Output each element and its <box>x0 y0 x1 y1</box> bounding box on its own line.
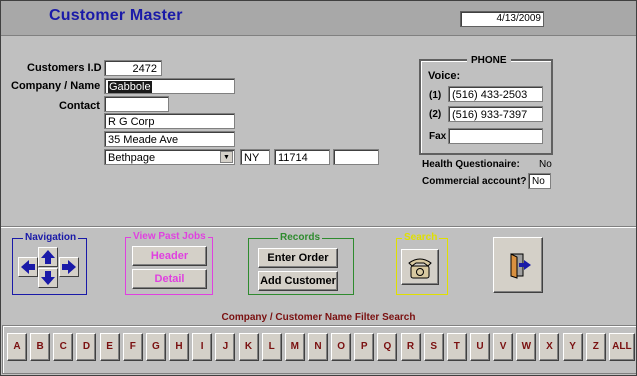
fax-label: Fax <box>429 131 447 142</box>
city-value: Bethpage <box>108 152 156 164</box>
arrow-right-icon <box>62 260 76 274</box>
phone2-label: (2) <box>429 109 442 120</box>
address-line2-field[interactable]: 35 Meade Ave <box>104 131 235 147</box>
page-title: Customer Master <box>49 7 183 24</box>
customer-id-field[interactable]: 2472 <box>104 60 162 76</box>
phone2-field[interactable]: (516) 933-7397 <box>448 106 543 122</box>
phone1-label: (1) <box>429 90 442 101</box>
company-name-value: Gabbole <box>108 81 152 93</box>
filter-title: Company / Customer Name Filter Search <box>221 312 416 323</box>
address-line1-field[interactable]: R G Corp <box>104 113 235 129</box>
state-field[interactable]: NY <box>240 149 270 165</box>
filter-letter-y[interactable]: Y <box>562 333 583 361</box>
arrow-left-icon <box>21 260 35 274</box>
search-button[interactable] <box>401 249 439 285</box>
nav-left-button[interactable] <box>18 257 38 277</box>
filter-letter-a[interactable]: A <box>7 333 27 361</box>
zip-field[interactable]: 11714 <box>274 149 330 165</box>
filter-letter-u[interactable]: U <box>470 333 490 361</box>
arrow-up-icon <box>41 250 55 264</box>
detail-button[interactable]: Detail <box>132 269 207 289</box>
filter-letter-t[interactable]: T <box>446 333 467 361</box>
health-questionaire-label: Health Questionaire: <box>422 159 520 170</box>
date-display: 4/13/2009 <box>460 11 544 27</box>
contact-label: Contact <box>59 100 100 112</box>
fax-field[interactable] <box>448 128 543 144</box>
exit-button[interactable] <box>493 237 543 293</box>
header-button[interactable]: Header <box>132 246 207 266</box>
filter-letter-p[interactable]: P <box>354 333 375 361</box>
health-questionaire-value: No <box>539 159 552 170</box>
filter-letter-h[interactable]: H <box>169 333 190 361</box>
section-divider <box>1 226 636 228</box>
filter-letter-r[interactable]: R <box>400 333 421 361</box>
extra-field[interactable] <box>333 149 379 165</box>
title-bar: Customer Master 4/13/2009 <box>1 1 636 36</box>
enter-order-button[interactable]: Enter Order <box>258 248 338 268</box>
filter-letter-k[interactable]: K <box>238 333 259 361</box>
filter-letter-q[interactable]: Q <box>377 333 398 361</box>
filter-letter-v[interactable]: V <box>493 333 514 361</box>
filter-letter-n[interactable]: N <box>307 333 328 361</box>
nav-right-button[interactable] <box>59 257 79 277</box>
company-name-field[interactable]: Gabbole <box>104 78 235 94</box>
filter-letter-o[interactable]: O <box>331 333 352 361</box>
filter-letter-z[interactable]: Z <box>585 333 606 361</box>
search-title: Search <box>402 232 440 243</box>
navigation-title: Navigation <box>23 232 79 243</box>
telephone-icon <box>408 258 432 279</box>
filter-letter-x[interactable]: X <box>539 333 560 361</box>
filter-letter-i[interactable]: I <box>192 333 213 361</box>
exit-door-icon <box>510 253 531 279</box>
past-jobs-title: View Past Jobs <box>131 231 208 242</box>
filter-letter-c[interactable]: C <box>53 333 74 361</box>
customer-master-window: Customer Master 4/13/2009 Customers I.D … <box>0 0 637 376</box>
filter-letter-m[interactable]: M <box>284 333 305 361</box>
filter-letter-b[interactable]: B <box>30 333 51 361</box>
commercial-account-field[interactable]: No <box>528 173 551 189</box>
filter-letter-j[interactable]: J <box>215 333 236 361</box>
company-name-label: Company / Name <box>11 80 101 92</box>
voice-label: Voice: <box>428 70 461 82</box>
add-customer-button[interactable]: Add Customer <box>258 271 338 291</box>
commercial-account-label: Commercial account? <box>422 176 527 187</box>
filter-letter-w[interactable]: W <box>516 333 537 361</box>
nav-up-button[interactable] <box>38 247 58 267</box>
chevron-down-icon[interactable]: ▼ <box>220 151 233 163</box>
nav-down-button[interactable] <box>38 268 58 288</box>
filter-letter-g[interactable]: G <box>145 333 166 361</box>
filter-letter-e[interactable]: E <box>99 333 120 361</box>
city-select[interactable]: Bethpage ▼ <box>104 149 235 165</box>
filter-letter-all[interactable]: ALL <box>608 333 635 361</box>
filter-letter-d[interactable]: D <box>76 333 97 361</box>
phone1-field[interactable]: (516) 433-2503 <box>448 86 543 102</box>
filter-letter-l[interactable]: L <box>261 333 282 361</box>
phone-title: PHONE <box>467 55 511 66</box>
filter-letter-f[interactable]: F <box>122 333 143 361</box>
contact-field[interactable] <box>104 96 169 112</box>
filter-letter-s[interactable]: S <box>423 333 444 361</box>
arrow-down-icon <box>41 271 55 285</box>
customer-id-label: Customers I.D <box>27 62 102 74</box>
records-title: Records <box>278 232 323 243</box>
